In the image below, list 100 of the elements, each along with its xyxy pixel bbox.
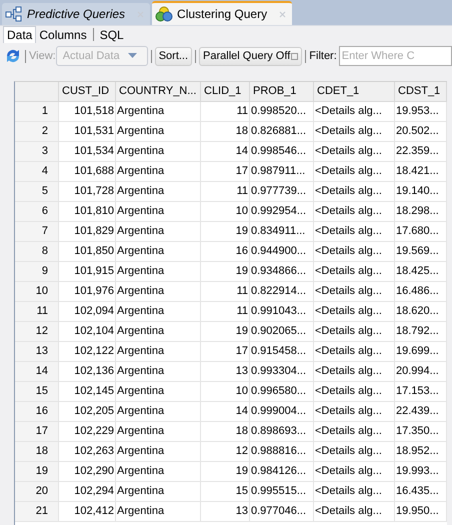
table-cell: 10 (201, 202, 250, 222)
table-cell: 22.439... (395, 402, 447, 422)
table-cell: 101,688 (59, 162, 116, 182)
table-cell: 19.993... (395, 462, 447, 482)
row-number: 11 (15, 302, 59, 322)
column-header[interactable]: CUST_ID (59, 82, 116, 102)
table-cell: 17 (201, 342, 250, 362)
diagram-icon (5, 6, 23, 22)
table-cell: 0.995515... (250, 482, 314, 502)
table-cell: Argentina (116, 122, 201, 142)
table-cell: 19.699... (395, 342, 447, 362)
table-cell: 101,915 (59, 262, 116, 282)
table-cell: <Details alg... (314, 182, 395, 202)
table-cell: <Details alg... (314, 142, 395, 162)
table-cell: <Details alg... (314, 482, 395, 502)
table-cell: 0.915458... (250, 342, 314, 362)
sort-button[interactable]: Sort... (154, 46, 192, 66)
table-cell: 0.991043... (250, 302, 314, 322)
row-number: 16 (15, 402, 59, 422)
column-header[interactable]: PROB_1 (250, 82, 314, 102)
table-cell: <Details alg... (314, 302, 395, 322)
table-cell: <Details alg... (314, 322, 395, 342)
table-cell: Argentina (116, 202, 201, 222)
table-cell: 0.898693... (250, 422, 314, 442)
table-cell: 18 (201, 422, 250, 442)
table-cell: 0.934866... (250, 262, 314, 282)
table-cell: 11 (201, 302, 250, 322)
table-cell: 11 (201, 102, 250, 122)
view-tab[interactable]: Data (3, 26, 36, 43)
row-number: 2 (15, 122, 59, 142)
table-cell: 102,094 (59, 302, 116, 322)
table-cell: Argentina (116, 182, 201, 202)
table-cell: 17.350... (395, 422, 447, 442)
row-number: 14 (15, 362, 59, 382)
row-number: 10 (15, 282, 59, 302)
parallel-query-button[interactable]: Parallel Query Off (199, 46, 302, 66)
table-cell: Argentina (116, 482, 201, 502)
row-number: 3 (15, 142, 59, 162)
table-cell: 0.992954... (250, 202, 314, 222)
table-cell: Argentina (116, 142, 201, 162)
table-cell: 14 (201, 142, 250, 162)
table-cell: 0.826881... (250, 122, 314, 142)
view-tab[interactable]: SQL (96, 26, 127, 42)
table-cell: 18.620... (395, 302, 447, 322)
table-cell: 12 (201, 442, 250, 462)
table-cell: <Details alg... (314, 362, 395, 382)
table-cell: Argentina (116, 282, 201, 302)
table-cell: 19.950... (395, 502, 447, 522)
table-cell: 0.944900... (250, 242, 314, 262)
table-cell: 20.502... (395, 122, 447, 142)
table-cell: 101,534 (59, 142, 116, 162)
table-cell: <Details alg... (314, 462, 395, 482)
filter-field[interactable]: Enter Where C (338, 46, 452, 66)
table-cell: <Details alg... (314, 122, 395, 142)
table-cell: 0.977739... (250, 182, 314, 202)
column-header[interactable]: COUNTRY_N... (116, 82, 201, 102)
table-cell: 0.987911... (250, 162, 314, 182)
table-cell: Argentina (116, 502, 201, 522)
row-number: 6 (15, 202, 59, 222)
table-cell: <Details alg... (314, 442, 395, 462)
table-cell: Argentina (116, 302, 201, 322)
table-cell: Argentina (116, 242, 201, 262)
table-cell: 0.993304... (250, 362, 314, 382)
table-cell: 20.994... (395, 362, 447, 382)
close-icon[interactable] (279, 10, 286, 18)
table-cell: 102,290 (59, 462, 116, 482)
table-cell: Argentina (116, 382, 201, 402)
table-cell: 19.140... (395, 182, 447, 202)
row-number: 8 (15, 242, 59, 262)
column-header[interactable]: CDET_1 (314, 82, 395, 102)
column-header[interactable]: CLID_1 (201, 82, 250, 102)
table-cell: 13 (201, 362, 250, 382)
table-cell: 0.996580... (250, 382, 314, 402)
view-tab[interactable]: Columns (36, 26, 90, 42)
row-number: 17 (15, 422, 59, 442)
column-header[interactable]: CDST_1 (395, 82, 447, 102)
table-cell: 0.998546... (250, 142, 314, 162)
row-number: 7 (15, 222, 59, 242)
row-number: 9 (15, 262, 59, 282)
row-number: 4 (15, 162, 59, 182)
table-cell: 19 (201, 462, 250, 482)
table-cell: <Details alg... (314, 202, 395, 222)
table-cell: 101,829 (59, 222, 116, 242)
table-cell: 102,122 (59, 342, 116, 362)
table-cell: Argentina (116, 322, 201, 342)
table-cell: 11 (201, 182, 250, 202)
table-cell: Argentina (116, 422, 201, 442)
editor-tab[interactable]: Clustering Query (152, 1, 292, 25)
table-cell: 16.435... (395, 482, 447, 502)
refresh-icon[interactable] (4, 47, 22, 65)
table-cell: 10 (201, 382, 250, 402)
table-cell: 18.425... (395, 262, 447, 282)
table-cell: Argentina (116, 442, 201, 462)
table-cell: 11 (201, 282, 250, 302)
view-label: View: (29, 50, 56, 62)
table-cell: 19.953... (395, 102, 447, 122)
table-cell: <Details alg... (314, 102, 395, 122)
editor-tab[interactable]: Predictive Queries (2, 3, 150, 25)
row-number: 5 (15, 182, 59, 202)
table-cell: 17 (201, 162, 250, 182)
